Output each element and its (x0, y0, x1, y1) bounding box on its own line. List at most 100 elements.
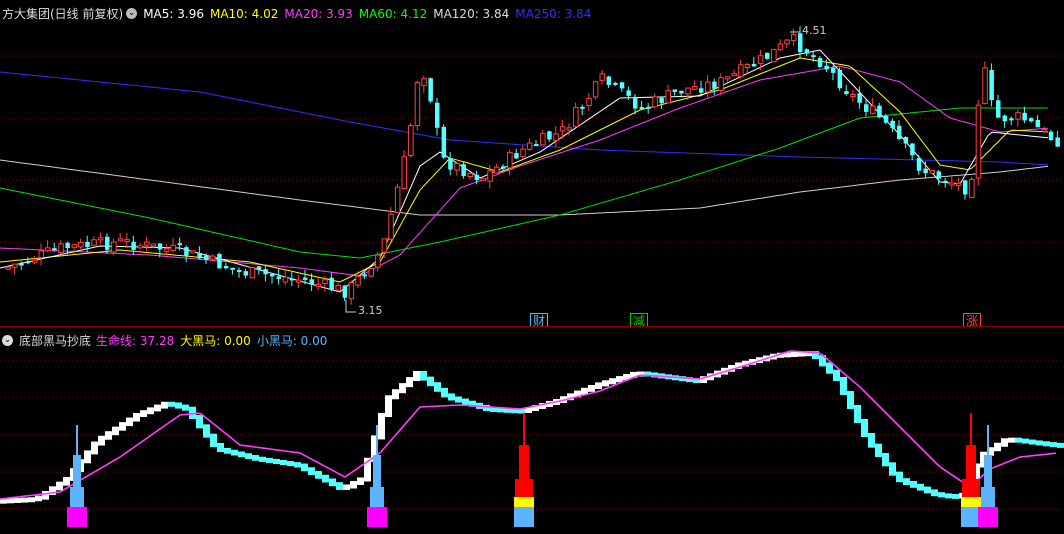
candle-body (217, 253, 222, 269)
candle-body (969, 178, 975, 198)
staircase-bar (441, 387, 448, 398)
candle-body (401, 156, 407, 189)
candle-body (322, 279, 328, 285)
staircase-bar (616, 376, 623, 383)
staircase-bar (875, 443, 882, 457)
candle-body (1022, 112, 1027, 121)
candle-body (592, 81, 599, 98)
staircase-bar (602, 380, 609, 387)
candle-body (738, 64, 744, 78)
candle-body (547, 131, 552, 140)
event-marker-reduce[interactable]: 减 (630, 313, 649, 326)
staircase-bar (924, 486, 931, 494)
candle-body (223, 265, 229, 269)
signal-spike (376, 425, 378, 455)
candle-body (388, 213, 394, 240)
candle-body (45, 247, 51, 252)
staircase-bar (847, 391, 854, 409)
candle-body (685, 87, 691, 95)
candle-body (144, 241, 150, 246)
candle-body (204, 255, 209, 260)
candle-body (916, 158, 922, 171)
candle-body (237, 269, 242, 272)
candle-body (811, 55, 816, 58)
staircase-bar (413, 371, 420, 382)
indicator-settings-icon[interactable]: ⌄ (2, 335, 13, 346)
candle-body (639, 107, 645, 110)
staircase-bar (938, 492, 945, 498)
candle-body (461, 164, 466, 177)
candle-body (804, 49, 810, 54)
candle-body (467, 172, 473, 177)
staircase-bar (350, 481, 357, 489)
candle-body (613, 82, 618, 85)
staircase-bar (217, 443, 224, 452)
candle-body (435, 102, 440, 128)
staircase-bar (945, 493, 952, 499)
candle-body (844, 91, 849, 95)
staircase-bar (175, 402, 182, 409)
candle-body (19, 263, 24, 266)
candle-body (765, 52, 770, 59)
candle-body (230, 267, 235, 270)
candle-body (955, 182, 962, 186)
price-chart-pane[interactable]: 方大集团(日线 前复权) ⌄ MA5: 3.96 MA10: 4.02 MA20… (0, 0, 1064, 326)
staircase-bar (154, 404, 161, 412)
candle-body (5, 266, 11, 270)
indicator-chart[interactable] (0, 327, 1064, 534)
staircase-bar (105, 431, 112, 440)
candle-body (111, 241, 117, 253)
event-marker-finance[interactable]: 财 (530, 313, 549, 326)
indicator-pane[interactable]: ⌄ 底部黑马抄底 生命线: 37.28 大黑马: 0.00 小黑马: 0.00 (0, 327, 1064, 534)
candle-body (903, 136, 909, 144)
candle-body (303, 277, 308, 280)
staircase-bar (133, 413, 140, 422)
staircase-bar (322, 474, 329, 483)
candle-body (1029, 118, 1034, 122)
candle-body (850, 93, 856, 97)
candle-body (480, 178, 487, 182)
staircase-bar (917, 483, 924, 491)
candle-body (25, 261, 31, 264)
signal-bar (514, 497, 534, 507)
candle-body (71, 244, 77, 248)
settings-icon[interactable]: ⌄ (126, 8, 138, 19)
staircase-bar (21, 497, 28, 503)
staircase-bar (245, 453, 252, 459)
candle-body (348, 282, 355, 300)
candle-body (883, 115, 889, 123)
candle-body (1048, 131, 1054, 141)
signal-bar (981, 487, 995, 507)
candle-body (718, 77, 724, 91)
life-line-label: 生命线: 37.28 (96, 334, 175, 348)
candle-body (335, 284, 341, 291)
candle-body (897, 125, 902, 140)
small-horse-label: 小黑马: 0.00 (256, 334, 328, 348)
staircase-bar (266, 457, 273, 463)
staircase-bar (259, 456, 266, 462)
staircase-bar (315, 471, 322, 479)
staircase-bar (882, 453, 889, 467)
staircase-bar (385, 395, 392, 417)
staircase-bar (994, 442, 1001, 452)
candle-body (586, 97, 592, 106)
candle-body (375, 254, 381, 268)
signal-bar (966, 445, 976, 479)
staircase-bar (238, 451, 245, 458)
candle-body (679, 90, 684, 94)
signal-spike (970, 413, 972, 445)
big-horse-label: 大黑马: 0.00 (180, 334, 251, 348)
candle-body (691, 86, 698, 90)
candle-body (507, 151, 513, 169)
staircase-bar (273, 458, 280, 464)
candle-body (699, 88, 704, 93)
staircase-bar (287, 461, 294, 467)
candle-body (58, 243, 64, 254)
candle-body (105, 236, 110, 250)
staircase-bar (224, 448, 231, 454)
staircase-bar (609, 378, 616, 385)
event-marker-limit-up[interactable]: 涨 (963, 313, 982, 326)
candle-body (270, 273, 275, 277)
staircase-bar (434, 382, 441, 392)
price-chart[interactable] (0, 0, 1064, 326)
